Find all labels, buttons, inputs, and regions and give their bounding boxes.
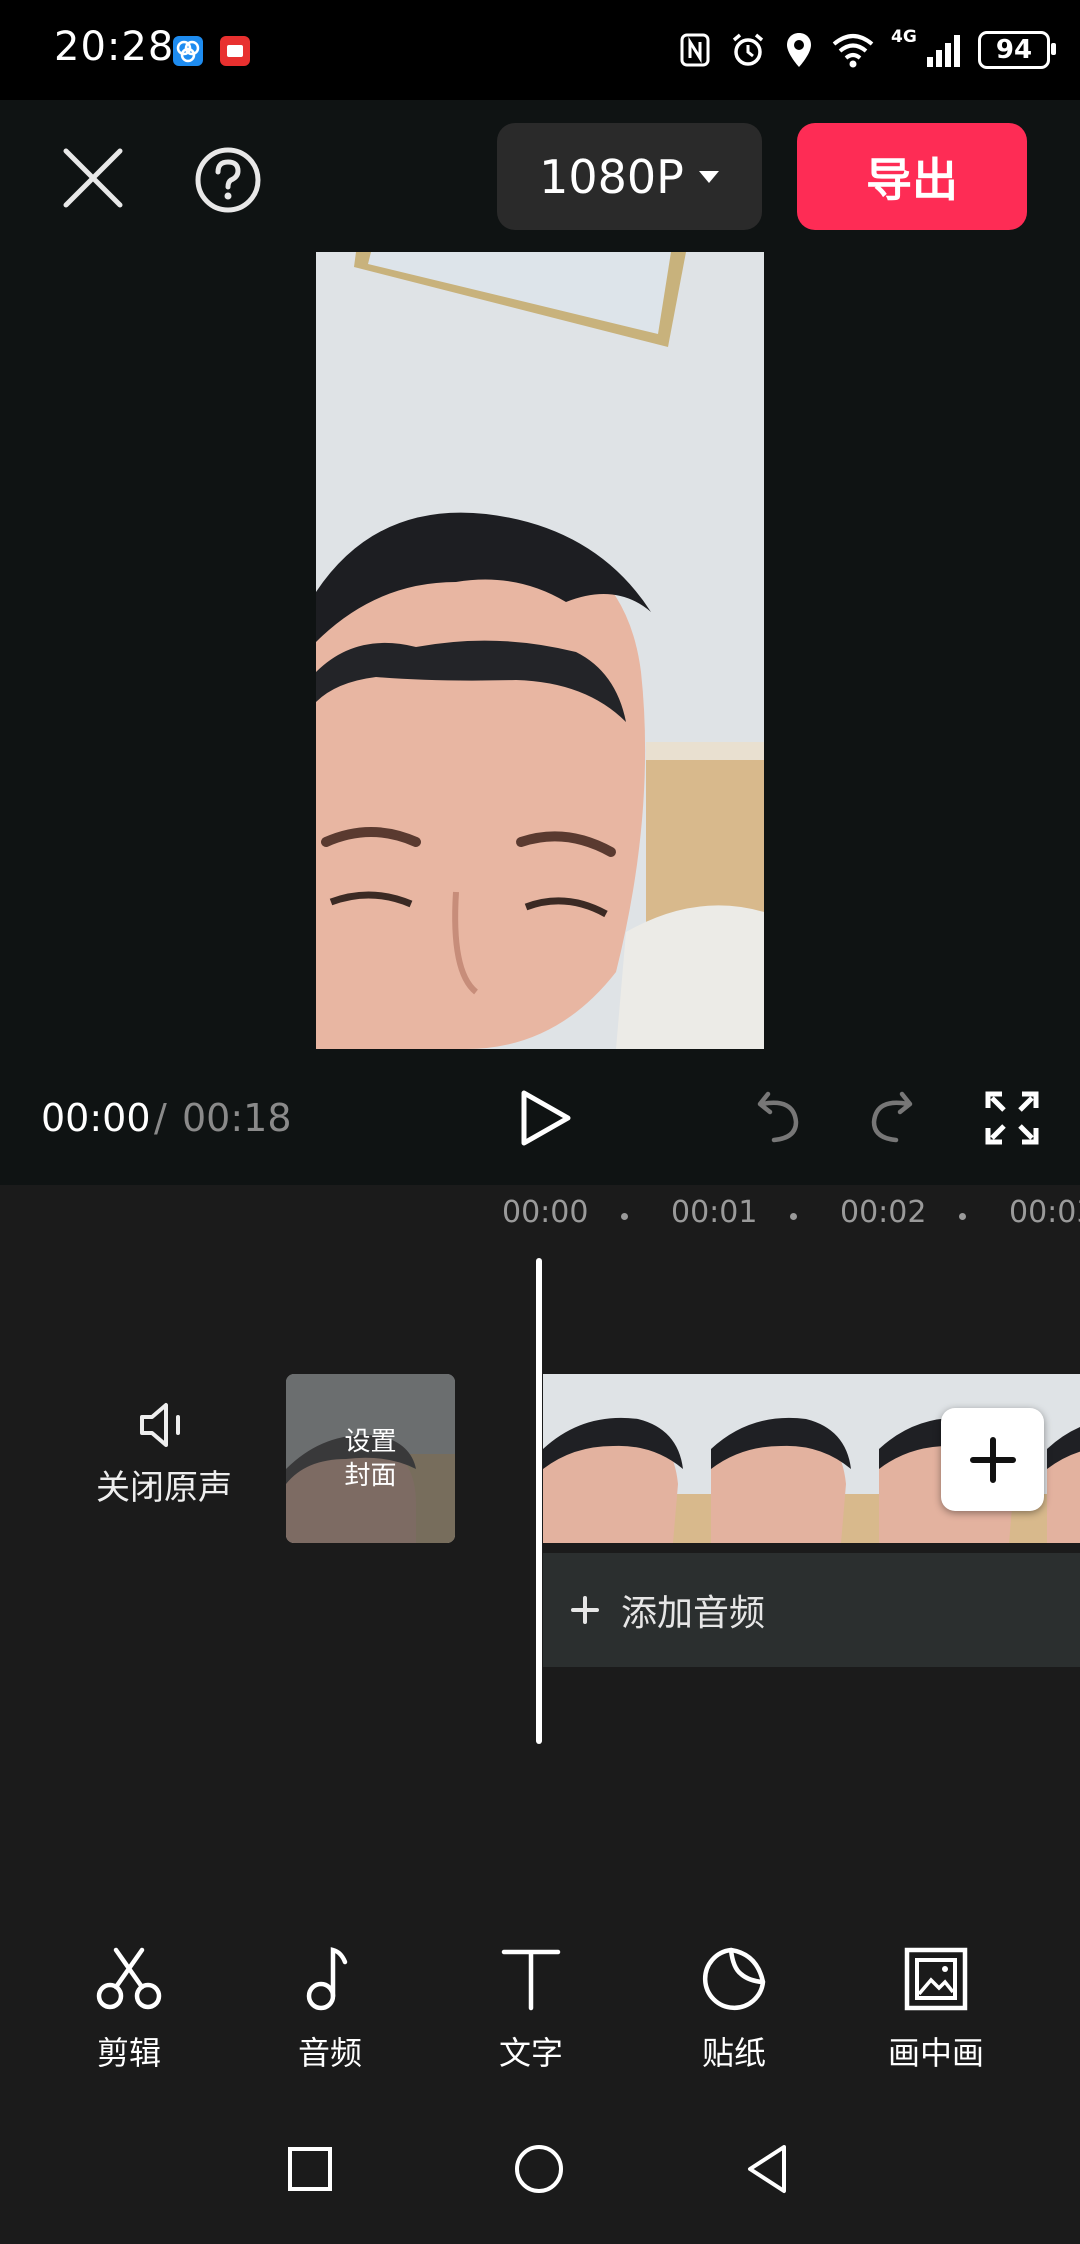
help-icon <box>195 147 261 213</box>
set-cover-button[interactable]: 设置 封面 <box>286 1374 455 1543</box>
close-icon <box>63 148 123 208</box>
toolbar-audio-button[interactable]: 音频 <box>255 1944 405 2074</box>
playhead[interactable] <box>536 1258 542 1744</box>
mute-label: 关闭原声 <box>96 1468 232 1508</box>
scissors-icon <box>96 1947 162 2010</box>
mute-original-sound-button[interactable]: 关闭原声 <box>64 1400 264 1530</box>
toolbar-edit-button[interactable]: 剪辑 <box>54 1944 204 2074</box>
toolbar-pip-button[interactable]: 画中画 <box>861 1944 1011 2074</box>
toolbar-text-button[interactable]: 文字 <box>456 1944 606 2074</box>
redo-icon <box>871 1091 913 1143</box>
add-audio-button[interactable]: 添加音频 <box>543 1553 1080 1667</box>
message-notification-icon <box>220 36 250 66</box>
toolbar-label: 剪辑 <box>96 2034 161 2072</box>
time-separator: / <box>154 1096 167 1140</box>
add-audio-label: 添加音频 <box>621 1593 766 1634</box>
current-time: 00:00 <box>41 1096 151 1140</box>
plus-icon <box>969 1436 1016 1483</box>
caret-down-icon <box>698 170 719 183</box>
cover-label: 设置 封面 <box>286 1374 455 1543</box>
ruler-dot <box>790 1213 797 1220</box>
toolbar-label: 文字 <box>498 2034 563 2072</box>
clip-frame-thumbnail <box>711 1374 879 1543</box>
fullscreen-button[interactable] <box>984 1090 1040 1146</box>
picture-in-picture-icon <box>904 1947 968 2011</box>
video-preview[interactable] <box>316 252 764 1049</box>
undo-icon <box>757 1091 799 1143</box>
clip-frame-thumbnail <box>543 1374 711 1543</box>
clip-frame-thumbnail <box>1047 1374 1080 1543</box>
toolbar-sticker-button[interactable]: 贴纸 <box>659 1944 809 2074</box>
app-notification-icon <box>173 36 203 66</box>
undo-button[interactable] <box>748 1090 804 1146</box>
battery-level: 94 <box>995 35 1033 65</box>
toolbar-label: 音频 <box>297 2034 362 2072</box>
toolbar-label: 贴纸 <box>701 2034 766 2072</box>
fullscreen-icon <box>985 1091 1039 1145</box>
cover-label-line1: 设置 <box>344 1426 397 1457</box>
redo-button[interactable] <box>866 1090 922 1146</box>
alarm-icon <box>732 33 764 66</box>
signal-icon: 4G <box>891 27 960 67</box>
text-icon <box>501 1949 561 2011</box>
music-note-icon <box>306 1947 348 2011</box>
ruler-label: 00:00 <box>502 1195 589 1230</box>
resolution-label: 1080P <box>539 149 684 204</box>
back-icon[interactable] <box>742 2142 792 2196</box>
close-button[interactable] <box>60 145 126 211</box>
resolution-dropdown[interactable]: 1080P <box>497 123 762 230</box>
ruler-dot <box>959 1213 966 1220</box>
status-icons: 4G 94 <box>679 27 1056 72</box>
plus-icon <box>571 1596 599 1624</box>
play-icon <box>521 1090 571 1146</box>
ruler-label: 00:03 <box>1009 1195 1080 1230</box>
speaker-icon <box>140 1403 180 1447</box>
play-button[interactable] <box>514 1088 576 1148</box>
timeline-ruler: 00:00 00:01 00:02 00:03 <box>0 1195 1080 1245</box>
system-navigation-bar <box>0 2124 1080 2244</box>
wifi-icon <box>832 34 874 68</box>
ruler-dot <box>621 1213 628 1220</box>
cover-label-line2: 封面 <box>344 1460 397 1491</box>
network-type: 4G <box>891 27 917 47</box>
add-clip-button[interactable] <box>941 1408 1044 1511</box>
home-icon[interactable] <box>512 2142 566 2196</box>
sticker-icon <box>702 1947 766 2011</box>
toolbar-label: 画中画 <box>887 2034 984 2072</box>
ruler-label: 00:02 <box>840 1195 927 1230</box>
total-duration: 00:18 <box>182 1096 292 1140</box>
status-time: 20:28 <box>54 24 175 70</box>
export-button[interactable]: 导出 <box>797 123 1027 230</box>
help-button[interactable] <box>193 145 263 215</box>
battery-icon: 94 <box>978 31 1056 69</box>
location-icon <box>787 33 811 67</box>
ruler-label: 00:01 <box>671 1195 758 1230</box>
nfc-icon <box>680 33 710 67</box>
recent-apps-icon[interactable] <box>285 2144 335 2194</box>
